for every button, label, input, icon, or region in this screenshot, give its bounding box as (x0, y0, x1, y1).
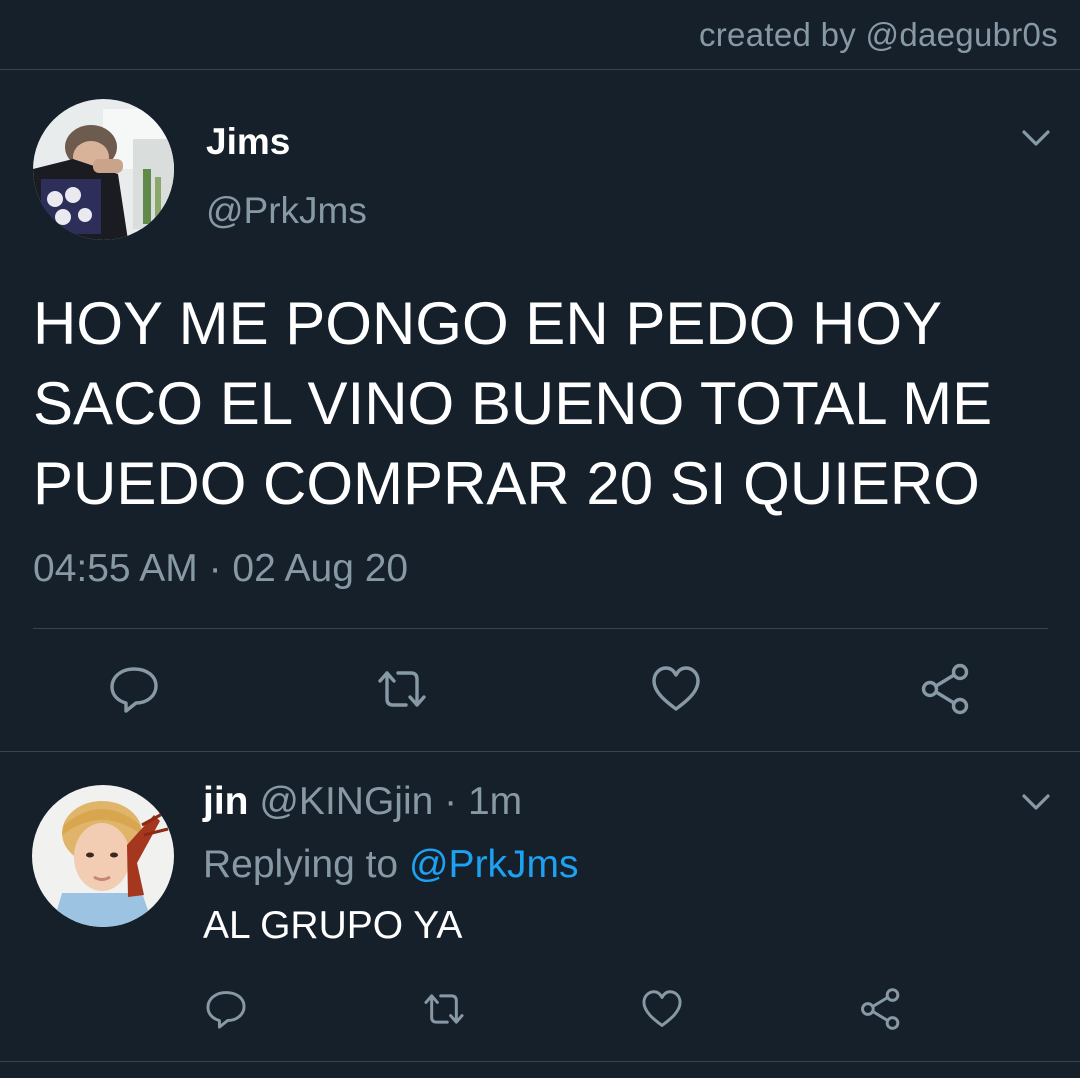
retweet-button[interactable] (421, 986, 467, 1032)
like-button[interactable] (639, 986, 685, 1032)
reply-header: jin @KINGjin · 1m (203, 780, 522, 824)
chevron-down-icon[interactable] (1018, 126, 1054, 150)
reply-author-name[interactable]: jin (203, 780, 249, 823)
divider (0, 1061, 1080, 1062)
like-button[interactable] (648, 661, 704, 717)
tweet-screenshot: created by @daegubr0s Jims @PrkJms HOY M… (0, 0, 1080, 1078)
share-button[interactable] (858, 986, 904, 1032)
retweet-icon (378, 671, 426, 707)
tweet-timestamp[interactable]: 04:55 AM · 02 Aug 20 (33, 547, 408, 591)
divider (33, 628, 1048, 629)
reply-button[interactable] (106, 661, 162, 717)
share-icon (861, 988, 900, 1030)
tweet-text-line: PUEDO COMPRAR 20 SI QUIERO (33, 450, 980, 517)
user-photo-avatar-icon (32, 785, 174, 927)
avatar[interactable] (33, 99, 174, 240)
tweet-text-line: HOY ME PONGO EN PEDO HOY (33, 290, 943, 357)
credit-bar: created by @daegubr0s (0, 0, 1080, 70)
chevron-down-icon[interactable] (1018, 790, 1054, 814)
reply-author-meta[interactable]: @KINGjin · 1m (259, 780, 522, 823)
share-icon (921, 663, 969, 715)
author-display-name[interactable]: Jims (206, 121, 290, 163)
tweet-text-line: SACO EL VINO BUENO TOTAL ME (33, 370, 993, 437)
retweet-icon (424, 994, 464, 1024)
like-icon (642, 990, 682, 1027)
share-button[interactable] (918, 661, 974, 717)
reply-button[interactable] (203, 986, 249, 1032)
reply-icon (206, 991, 246, 1029)
avatar[interactable] (32, 785, 174, 927)
replying-to-label: Replying to (203, 843, 399, 886)
reply-text: AL GRUPO YA (203, 904, 463, 947)
divider (0, 751, 1080, 752)
reply-icon (110, 667, 158, 713)
replying-to: Replying to @PrkJms (203, 843, 579, 887)
author-handle[interactable]: @PrkJms (206, 190, 367, 232)
tweet-text: HOY ME PONGO EN PEDO HOY SACO EL VINO BU… (33, 284, 1043, 524)
credit-text: created by @daegubr0s (698, 16, 1058, 53)
retweet-button[interactable] (374, 661, 430, 717)
user-photo-avatar-icon (33, 99, 174, 240)
replying-to-mention[interactable]: @PrkJms (409, 843, 579, 886)
like-icon (652, 666, 700, 711)
